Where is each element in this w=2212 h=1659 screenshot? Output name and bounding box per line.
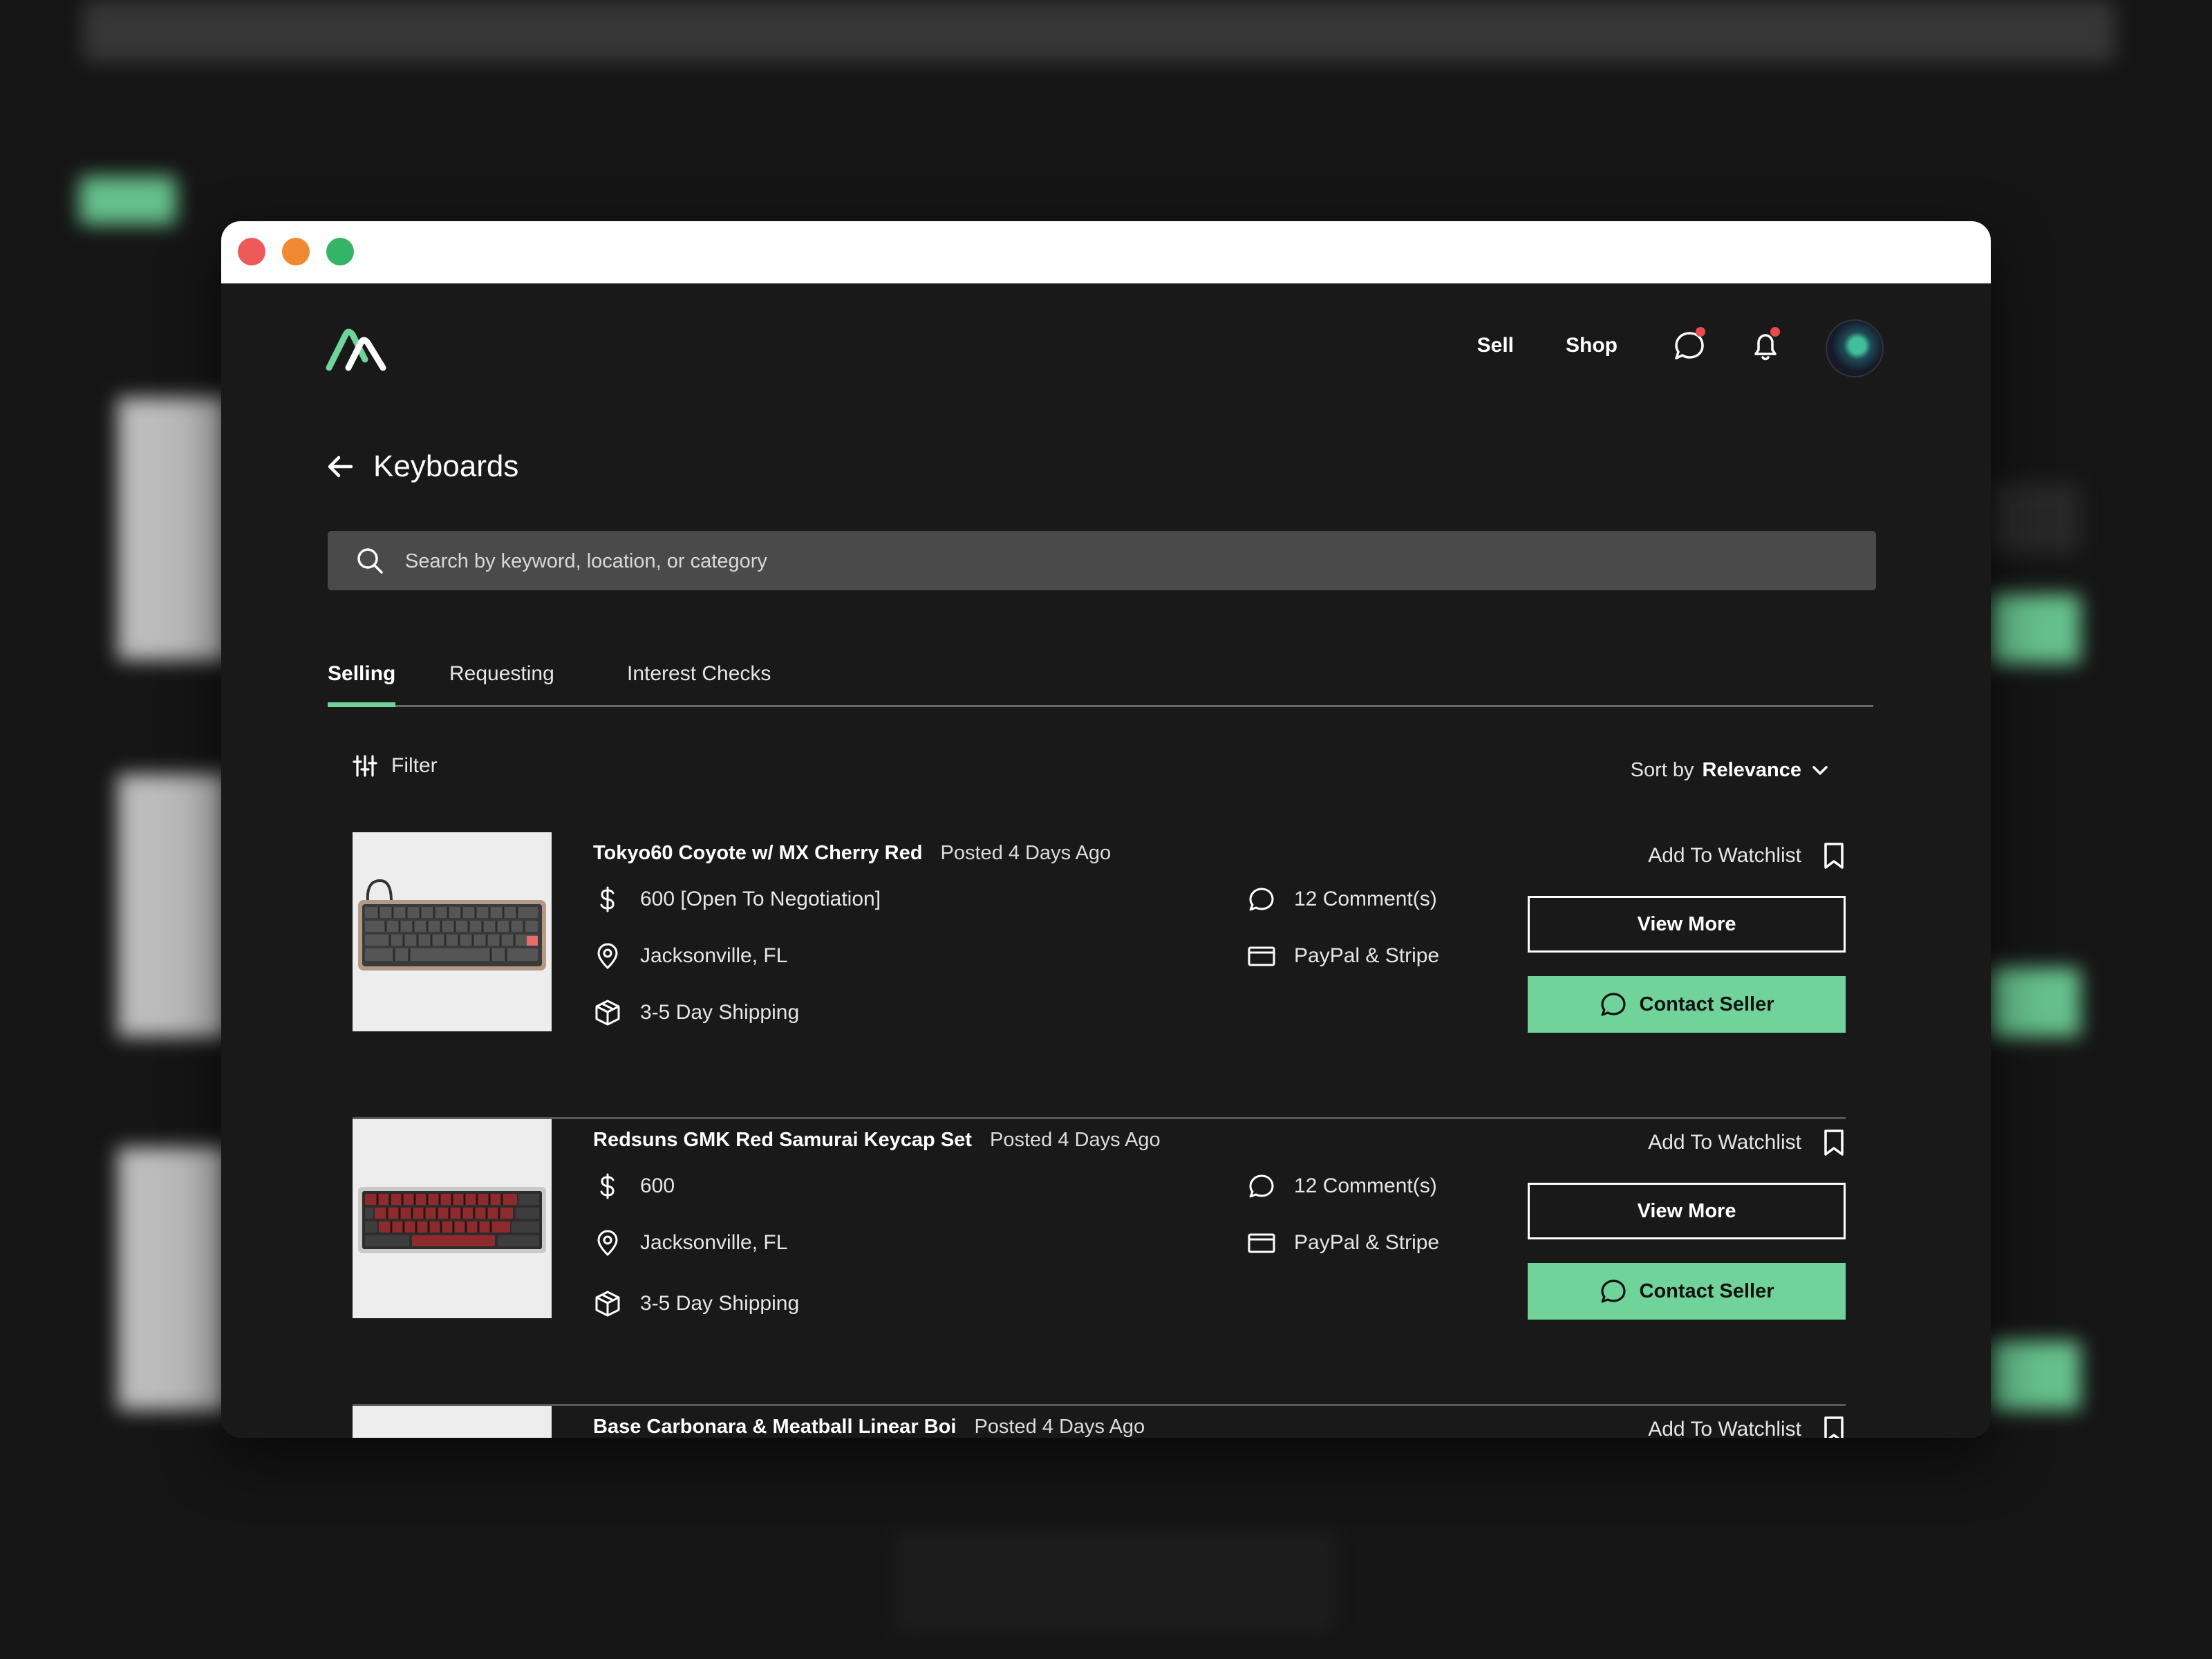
sort-dropdown[interactable]: Sort by Relevance [1631, 759, 1830, 782]
listing-thumbnail[interactable] [353, 832, 552, 1031]
package-box-icon [595, 1000, 620, 1026]
chevron-down-icon [1812, 765, 1828, 775]
listing-location: Jacksonville, FL [593, 941, 787, 971]
listing-title-line: Base Carbonara & Meatball Linear Boi Pos… [593, 1416, 1145, 1438]
listing-thumbnail[interactable] [353, 1119, 552, 1318]
view-more-button[interactable]: View More [1528, 896, 1846, 953]
tab-interest-checks[interactable]: Interest Checks [627, 662, 771, 686]
listing-price: 600 [593, 1172, 675, 1201]
listing-title-line: Redsuns GMK Red Samurai Keycap Set Poste… [593, 1129, 1161, 1152]
user-avatar[interactable] [1826, 319, 1884, 377]
listing-title-line: Tokyo60 Coyote w/ MX Cherry Red Posted 4… [593, 842, 1111, 865]
keyboard-image [358, 879, 546, 971]
listing-comments[interactable]: 12 Comment(s) [1247, 885, 1437, 914]
listing-title[interactable]: Tokyo60 Coyote w/ MX Cherry Red [593, 842, 922, 864]
listing-title[interactable]: Base Carbonara & Meatball Linear Boi [593, 1416, 956, 1438]
app-content: Sell Shop Keyboards Search by keyword, l… [221, 283, 1991, 1438]
chat-bubble-icon [1600, 993, 1626, 1016]
listing-shipping: 3-5 Day Shipping [593, 998, 799, 1027]
comment-bubble-icon [1249, 888, 1274, 911]
listing-posted-date: Posted 4 Days Ago [940, 842, 1112, 864]
bookmark-icon [1824, 1416, 1844, 1438]
active-tab-indicator [328, 702, 395, 707]
notifications-bell-icon[interactable] [1747, 325, 1783, 366]
listing-card: Base Carbonara & Meatball Linear Boi Pos… [353, 1406, 1846, 1438]
listing-thumbnail[interactable] [353, 1406, 552, 1438]
listing-tabs: Selling Requesting Interest Checks [328, 650, 1873, 707]
listing-posted-date: Posted 4 Days Ago [990, 1129, 1161, 1151]
nav-shop-link[interactable]: Shop [1566, 318, 1618, 373]
dollar-icon [600, 886, 615, 912]
comment-bubble-icon [1249, 1174, 1274, 1198]
bookmark-icon [1824, 1130, 1844, 1156]
listing-payment: PayPal & Stripe [1247, 1228, 1439, 1257]
view-more-button[interactable]: View More [1528, 1183, 1846, 1239]
page-header: Keyboards [325, 449, 518, 484]
sort-prefix: Sort by [1630, 759, 1694, 781]
listing-card: Redsuns GMK Red Samurai Keycap Set Poste… [353, 1119, 1846, 1406]
search-bar [328, 531, 1876, 592]
tab-requesting[interactable]: Requesting [449, 662, 554, 686]
add-to-watchlist-button[interactable]: Add To Watchlist [1648, 1416, 1846, 1438]
tab-selling[interactable]: Selling [328, 662, 395, 686]
contact-seller-button[interactable]: Contact Seller [1528, 1263, 1846, 1320]
add-to-watchlist-button[interactable]: Add To Watchlist [1648, 842, 1846, 870]
location-pin-icon [597, 943, 618, 970]
page-title: Keyboards [373, 449, 519, 483]
listing-price: 600 [Open To Negotiation] [593, 885, 881, 914]
back-arrow-icon[interactable] [325, 451, 355, 482]
contact-seller-button[interactable]: Contact Seller [1528, 976, 1846, 1033]
listing-title[interactable]: Redsuns GMK Red Samurai Keycap Set [593, 1129, 972, 1151]
bookmark-icon [1824, 843, 1844, 869]
search-icon [357, 548, 383, 574]
credit-card-icon [1248, 1233, 1275, 1253]
listing-location: Jacksonville, FL [593, 1228, 787, 1257]
maximize-window-button[interactable] [326, 238, 354, 265]
window-titlebar [221, 221, 1991, 283]
filter-sliders-icon [353, 755, 377, 777]
app-window: Sell Shop Keyboards Search by keyword, l… [221, 221, 1991, 1438]
dollar-icon [600, 1173, 615, 1199]
messages-icon[interactable] [1671, 325, 1707, 366]
sort-value: Relevance [1702, 759, 1802, 781]
brand-logo-icon[interactable] [325, 325, 387, 373]
filter-label: Filter [391, 754, 438, 777]
keyboard-image [358, 1187, 546, 1253]
minimize-window-button[interactable] [282, 238, 310, 265]
close-window-button[interactable] [238, 238, 265, 265]
listing-card: Tokyo60 Coyote w/ MX Cherry Red Posted 4… [353, 832, 1846, 1119]
search-input[interactable] [404, 531, 1844, 592]
add-to-watchlist-button[interactable]: Add To Watchlist [1648, 1129, 1846, 1156]
listing-comments[interactable]: 12 Comment(s) [1247, 1172, 1437, 1201]
chat-bubble-icon [1600, 1280, 1626, 1303]
package-box-icon [595, 1291, 620, 1317]
location-pin-icon [597, 1230, 618, 1257]
nav-sell-link[interactable]: Sell [1477, 318, 1514, 373]
listing-payment: PayPal & Stripe [1247, 941, 1439, 971]
credit-card-icon [1248, 946, 1275, 966]
filter-button[interactable]: Filter [353, 753, 438, 778]
listing-shipping: 3-5 Day Shipping [593, 1289, 799, 1318]
listing-posted-date: Posted 4 Days Ago [974, 1416, 1145, 1438]
